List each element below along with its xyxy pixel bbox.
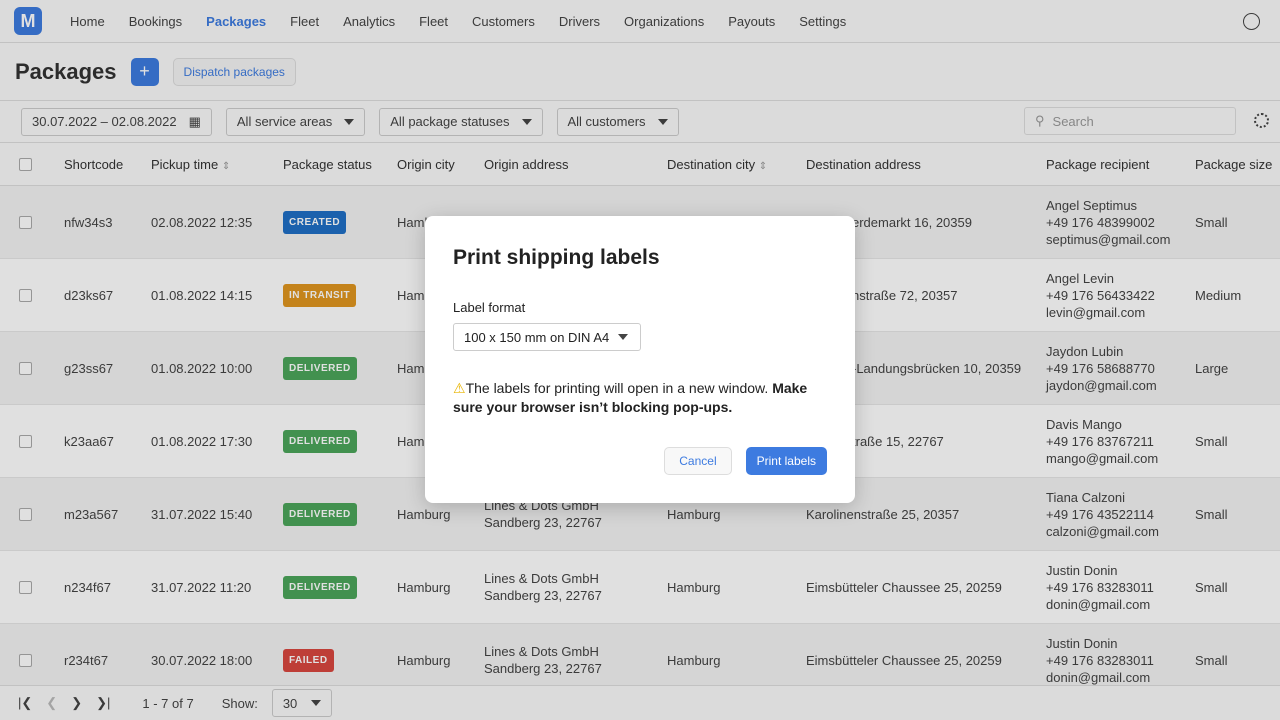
warning-icon: ⚠ — [453, 380, 466, 396]
popup-warning: ⚠The labels for printing will open in a … — [453, 379, 827, 417]
cancel-button[interactable]: Cancel — [664, 447, 732, 475]
print-labels-dialog: Print shipping labels Label format 100 x… — [425, 216, 855, 503]
label-format-label: Label format — [453, 300, 526, 315]
caret-down-icon — [618, 334, 628, 340]
print-labels-button[interactable]: Print labels — [745, 447, 827, 475]
label-format-value: 100 x 150 mm on DIN A4 — [464, 329, 610, 345]
label-format-select[interactable]: 100 x 150 mm on DIN A4 — [453, 323, 641, 351]
warning-text: The labels for printing will open in a n… — [465, 380, 773, 396]
dialog-title: Print shipping labels — [453, 246, 660, 269]
